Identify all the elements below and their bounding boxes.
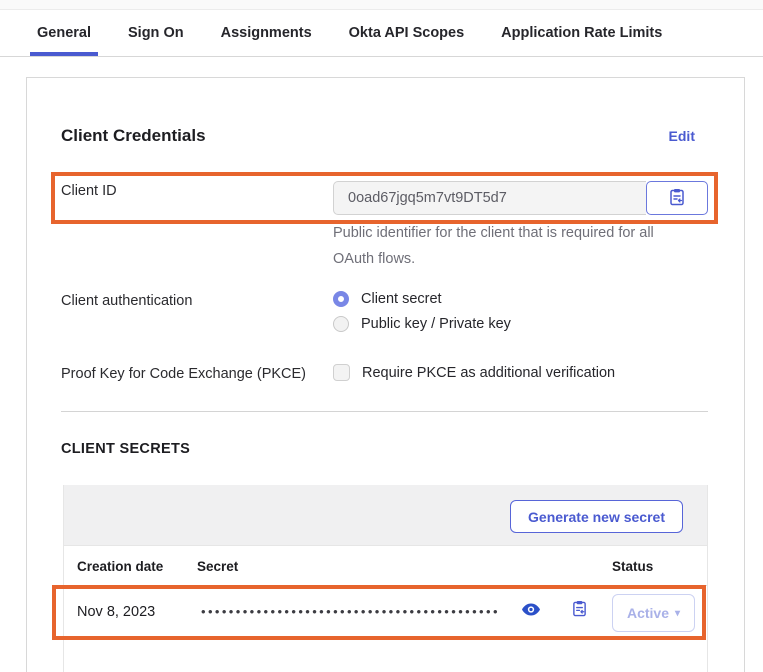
column-header-status: Status — [612, 559, 653, 574]
radio-public-key-label: Public key / Private key — [361, 316, 511, 332]
tab-okta-api-scopes[interactable]: Okta API Scopes — [349, 10, 465, 56]
status-label: Active — [627, 605, 669, 621]
eye-icon — [522, 603, 540, 619]
tab-assignments-label: Assignments — [221, 25, 312, 41]
client-secrets-table: Generate new secret Creation date Secret… — [63, 485, 708, 672]
clipboard-copy-icon — [572, 600, 587, 620]
secrets-toolbar: Generate new secret — [64, 485, 707, 546]
checkbox-unchecked-icon[interactable] — [333, 364, 350, 381]
client-secrets-title: CLIENT SECRETS — [61, 441, 190, 457]
column-header-creation-date: Creation date — [77, 559, 163, 574]
top-strip — [0, 0, 763, 10]
copy-secret-button[interactable] — [567, 598, 591, 622]
client-credentials-card: Client Credentials Edit Client ID Public… — [26, 77, 745, 672]
tab-okta-api-scopes-label: Okta API Scopes — [349, 25, 465, 41]
table-row: Nov 8, 2023 ••••••••••••••••••••••••••••… — [64, 586, 707, 640]
tab-general-label: General — [37, 25, 91, 41]
radio-selected-icon[interactable] — [333, 291, 349, 307]
client-id-label: Client ID — [61, 183, 117, 199]
section-title: Client Credentials — [61, 126, 206, 146]
tab-assignments[interactable]: Assignments — [221, 10, 312, 56]
app-tabs: General Sign On Assignments Okta API Sco… — [37, 10, 763, 56]
column-header-secret: Secret — [197, 559, 238, 574]
section-divider — [61, 411, 708, 412]
secret-creation-date: Nov 8, 2023 — [77, 604, 155, 620]
client-id-input[interactable] — [333, 181, 646, 215]
chevron-down-icon: ▾ — [675, 608, 680, 619]
status-dropdown[interactable]: Active ▾ — [612, 594, 695, 632]
pkce-checkbox-option[interactable]: Require PKCE as additional verification — [333, 364, 615, 381]
tab-general[interactable]: General — [37, 10, 91, 56]
masked-secret-value: ••••••••••••••••••••••••••••••••••••••••… — [201, 604, 500, 619]
pkce-checkbox-label: Require PKCE as additional verification — [362, 365, 615, 381]
section-header: Client Credentials Edit — [61, 126, 695, 146]
tab-application-rate-limits[interactable]: Application Rate Limits — [501, 10, 662, 56]
tab-sign-on-label: Sign On — [128, 25, 184, 41]
radio-client-secret-label: Client secret — [361, 291, 442, 307]
table-header-row: Creation date Secret Status — [64, 546, 707, 586]
radio-option-client-secret[interactable]: Client secret — [333, 291, 442, 307]
tabs-divider — [0, 56, 763, 57]
pkce-label: Proof Key for Code Exchange (PKCE) — [61, 366, 306, 382]
generate-new-secret-button[interactable]: Generate new secret — [510, 500, 683, 533]
tab-sign-on[interactable]: Sign On — [128, 10, 184, 56]
clipboard-copy-icon — [669, 188, 685, 209]
radio-unselected-icon[interactable] — [333, 316, 349, 332]
tab-application-rate-limits-label: Application Rate Limits — [501, 25, 662, 41]
radio-option-public-private-key[interactable]: Public key / Private key — [333, 316, 511, 332]
client-authentication-label: Client authentication — [61, 293, 192, 309]
client-id-help-text: Public identifier for the client that is… — [333, 220, 673, 272]
edit-link[interactable]: Edit — [669, 128, 695, 144]
reveal-secret-button[interactable] — [519, 600, 543, 622]
copy-client-id-button[interactable] — [646, 181, 708, 215]
